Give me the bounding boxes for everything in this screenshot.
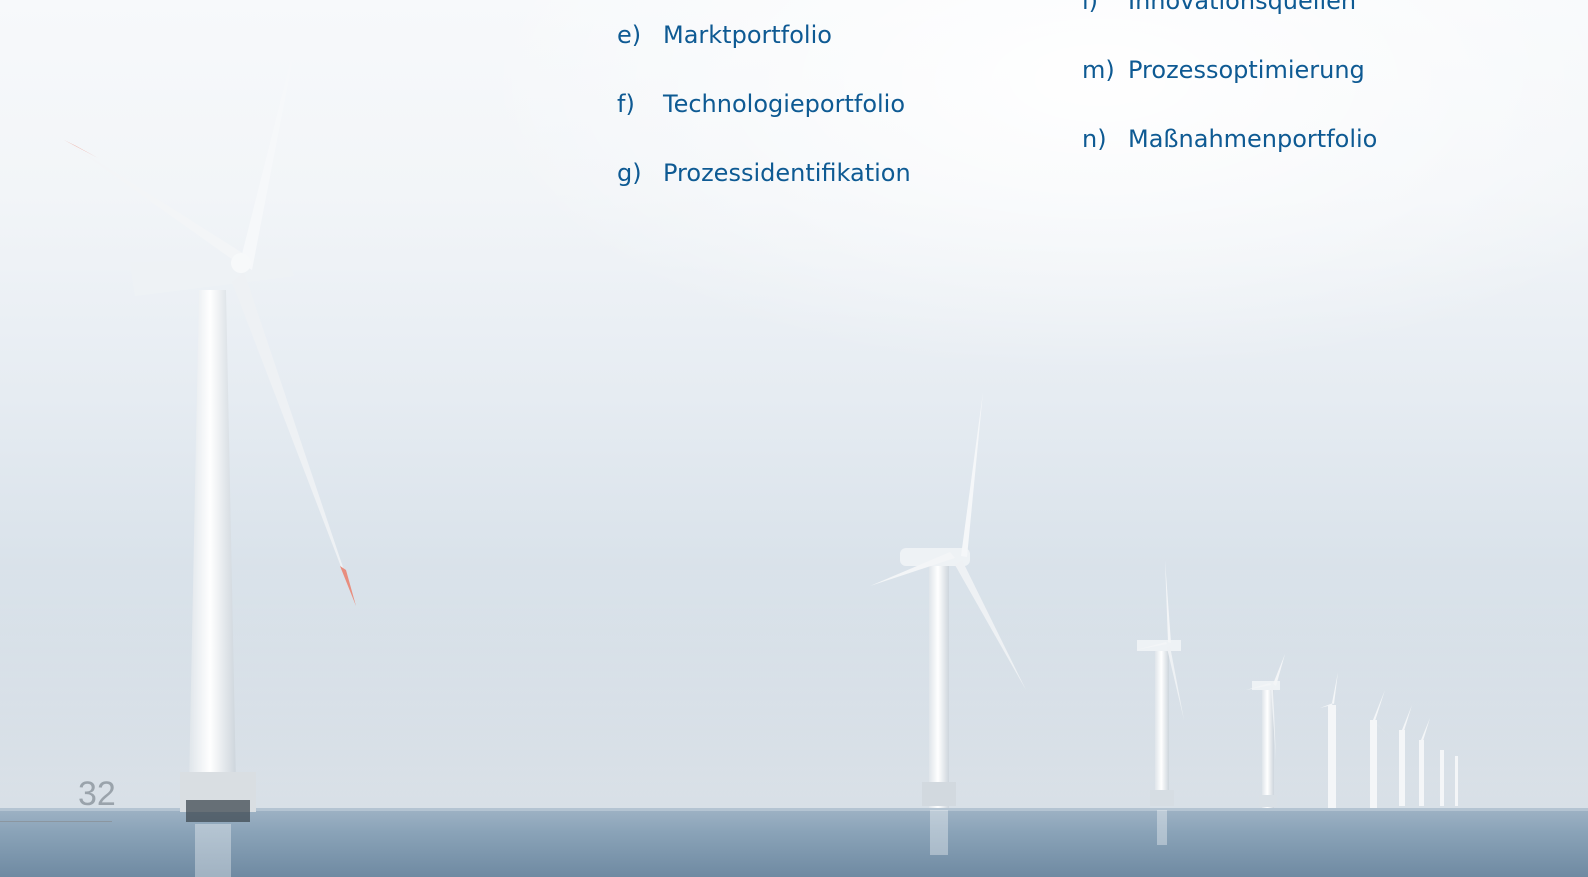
list-item-text: Marktportfolio	[663, 21, 832, 49]
list-item-letter: n)	[1082, 125, 1107, 153]
list-item-letter: e)	[617, 21, 642, 49]
list-item-letter: g)	[617, 159, 642, 187]
list-item-text: Technologieportfolio	[663, 90, 906, 118]
page-number-rule	[0, 821, 112, 822]
list-item-text: Maßnahmenportfolio	[1128, 125, 1378, 153]
list-item-text: Innovationsquellen	[1128, 0, 1357, 15]
list-item-text: Prozessoptimierung	[1128, 56, 1365, 84]
document-page: e) Marktportfolio f) Technologieportfoli…	[0, 0, 1588, 877]
page-number: 32	[78, 775, 116, 813]
list-item-text: Prozessidentifikation	[663, 159, 911, 187]
list-item-letter: f)	[617, 90, 635, 118]
list-item-letter: l)	[1082, 0, 1099, 15]
list-item-letter: m)	[1082, 56, 1115, 84]
